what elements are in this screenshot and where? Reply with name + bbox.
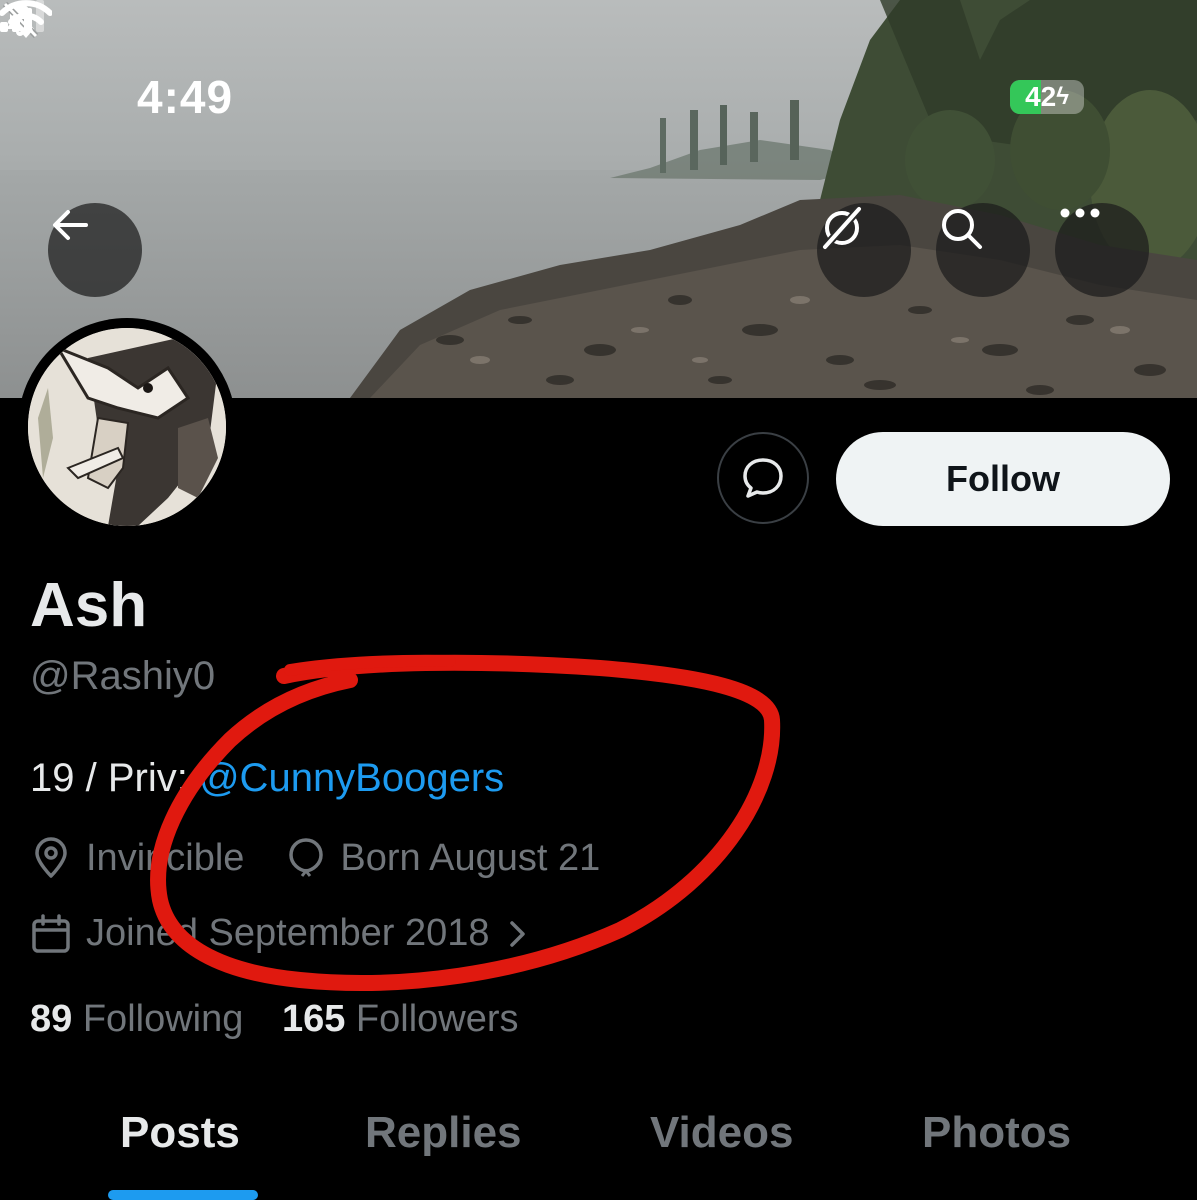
search-button[interactable]	[936, 203, 1030, 297]
follow-button[interactable]: Follow	[836, 432, 1170, 526]
tab-replies[interactable]: Replies	[365, 1108, 522, 1158]
display-name: Ash	[30, 571, 148, 640]
follow-counts: 89 Following 165 Followers	[30, 998, 519, 1041]
location-pin-icon	[35, 837, 67, 878]
avatar-image	[28, 328, 226, 526]
charging-bolt-icon: ϟ	[1056, 83, 1069, 110]
tab-videos[interactable]: Videos	[650, 1108, 793, 1158]
battery-level: 42	[1025, 81, 1057, 112]
calendar-icon	[32, 913, 70, 953]
bio-text: 19 / Priv:	[30, 756, 199, 800]
balloon-icon	[289, 838, 324, 877]
back-button[interactable]	[48, 203, 142, 297]
joined-text: Joined September 2018	[86, 912, 490, 954]
grok-button[interactable]	[817, 203, 911, 297]
followers-link[interactable]: 165 Followers	[282, 998, 519, 1040]
chevron-right-icon	[509, 920, 525, 947]
battery-indicator: 42 ϟ	[1010, 80, 1084, 114]
message-button[interactable]	[717, 432, 809, 524]
bio: 19 / Priv: @CunnyBoogers	[30, 756, 504, 801]
birthday-item: Born August 21	[286, 836, 600, 880]
grok-icon	[822, 206, 862, 250]
status-time: 4:49	[137, 71, 234, 123]
tab-photos[interactable]: Photos	[922, 1108, 1071, 1158]
active-tab-indicator	[108, 1190, 258, 1200]
followers-label: Followers	[355, 998, 519, 1040]
profile-meta-row: Invincible Born August 21	[30, 836, 600, 880]
avatar[interactable]	[18, 318, 236, 536]
wifi-icon	[0, 0, 52, 38]
birthday-text: Born August 21	[340, 836, 601, 879]
joined-row[interactable]: Joined September 2018	[30, 912, 530, 955]
bio-mention-link[interactable]: @CunnyBoogers	[199, 756, 504, 800]
arrow-left-icon	[53, 210, 88, 240]
tab-posts[interactable]: Posts	[120, 1108, 240, 1158]
location-item: Invincible	[30, 837, 244, 880]
following-count: 89	[30, 998, 73, 1040]
more-options-button[interactable]	[1055, 203, 1149, 297]
search-icon	[942, 209, 982, 249]
followers-count: 165	[281, 998, 346, 1040]
message-bubble-icon	[743, 458, 783, 498]
more-icon	[1060, 208, 1100, 218]
location-text: Invincible	[86, 836, 245, 879]
username-handle: @Rashiy0	[30, 654, 216, 698]
following-label: Following	[82, 998, 244, 1040]
following-link[interactable]: 89 Following	[30, 998, 243, 1040]
